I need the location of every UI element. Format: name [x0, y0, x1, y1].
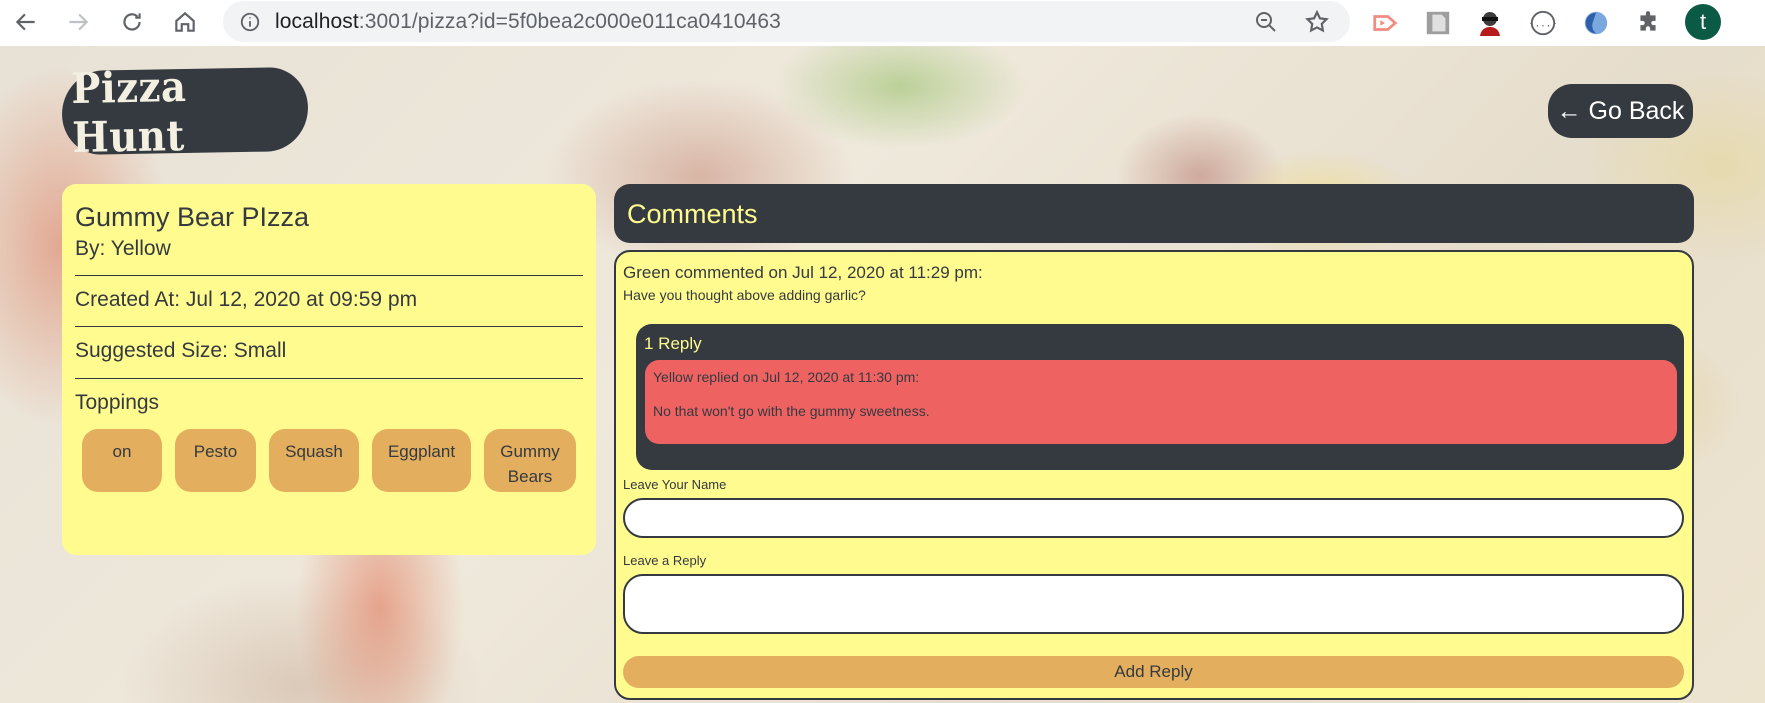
- toppings-heading: Toppings: [75, 391, 160, 414]
- topping-badge: on: [82, 429, 162, 492]
- reply-name-input[interactable]: [623, 498, 1684, 538]
- zoom-out-icon[interactable]: [1254, 10, 1278, 34]
- extension-notes-icon[interactable]: [1423, 8, 1453, 38]
- url-host: localhost: [275, 9, 359, 33]
- comments-heading: Comments: [614, 184, 1694, 243]
- reply-field-label: Leave a Reply: [623, 553, 707, 568]
- comment-card: Green commented on Jul 12, 2020 at 11:29…: [614, 250, 1694, 700]
- go-back-button[interactable]: ← Go Back: [1548, 84, 1693, 138]
- forward-arrow-icon[interactable]: [58, 2, 98, 42]
- extension-avatar-icon[interactable]: [1475, 8, 1505, 38]
- pizza-name: Gummy Bear PIzza: [75, 202, 310, 232]
- replies-count: 1 Reply: [644, 334, 702, 353]
- back-arrow-icon[interactable]: [6, 2, 46, 42]
- divider: [75, 275, 583, 276]
- url-text[interactable]: localhost:3001/pizza?id=5f0bea2c000e011c…: [275, 10, 781, 34]
- topping-badge: Squash: [269, 429, 359, 492]
- puzzle-icon[interactable]: [1633, 8, 1663, 38]
- svg-text:{...}: {...}: [1529, 19, 1557, 30]
- divider: [75, 378, 583, 379]
- toppings-list: on Pesto Squash Eggplant Gummy Bears: [82, 429, 576, 492]
- info-icon[interactable]: [239, 11, 261, 33]
- add-reply-button[interactable]: Add Reply: [623, 656, 1684, 688]
- comment-author: Green commented on Jul 12, 2020 at 11:29…: [623, 263, 983, 282]
- reply-card: Yellow replied on Jul 12, 2020 at 11:30 …: [645, 360, 1677, 444]
- comment-text: Have you thought above adding garlic?: [623, 287, 866, 303]
- divider: [75, 326, 583, 327]
- page-background: Pizza Hunt ← Go Back Gummy Bear PIzza By…: [0, 46, 1765, 703]
- reply-body-textarea[interactable]: [623, 574, 1684, 634]
- address-bar[interactable]: localhost:3001/pizza?id=5f0bea2c000e011c…: [223, 1, 1350, 42]
- pizza-author: By: Yellow: [75, 237, 171, 260]
- pizza-created-at: Created At: Jul 12, 2020 at 09:59 pm: [75, 288, 418, 311]
- url-path: :3001/pizza?id=5f0bea2c000e011ca0410463: [358, 9, 781, 33]
- topping-badge: Eggplant: [372, 429, 471, 492]
- reload-icon[interactable]: [112, 2, 152, 42]
- topping-badge: Gummy Bears: [484, 429, 576, 492]
- extension-video-icon[interactable]: [1370, 8, 1400, 38]
- logo-text: Pizza Hunt: [71, 61, 187, 162]
- topping-badge: Pesto: [175, 429, 256, 492]
- reply-text: No that won't go with the gummy sweetnes…: [653, 403, 930, 419]
- pizza-size: Suggested Size: Small: [75, 339, 287, 362]
- site-logo[interactable]: Pizza Hunt: [61, 62, 309, 162]
- home-icon[interactable]: [165, 2, 205, 42]
- extension-json-icon[interactable]: {...}: [1528, 8, 1558, 38]
- reply-author: Yellow replied on Jul 12, 2020 at 11:30 …: [653, 369, 920, 385]
- extension-blue-circle-icon[interactable]: [1581, 8, 1611, 38]
- replies-panel: 1 Reply Yellow replied on Jul 12, 2020 a…: [636, 324, 1684, 470]
- name-field-label: Leave Your Name: [623, 477, 727, 492]
- browser-toolbar: localhost:3001/pizza?id=5f0bea2c000e011c…: [0, 0, 1765, 46]
- pizza-details-card: Gummy Bear PIzza By: Yellow Created At: …: [62, 184, 596, 555]
- profile-avatar[interactable]: t: [1685, 4, 1721, 40]
- bookmark-star-icon[interactable]: [1304, 9, 1330, 35]
